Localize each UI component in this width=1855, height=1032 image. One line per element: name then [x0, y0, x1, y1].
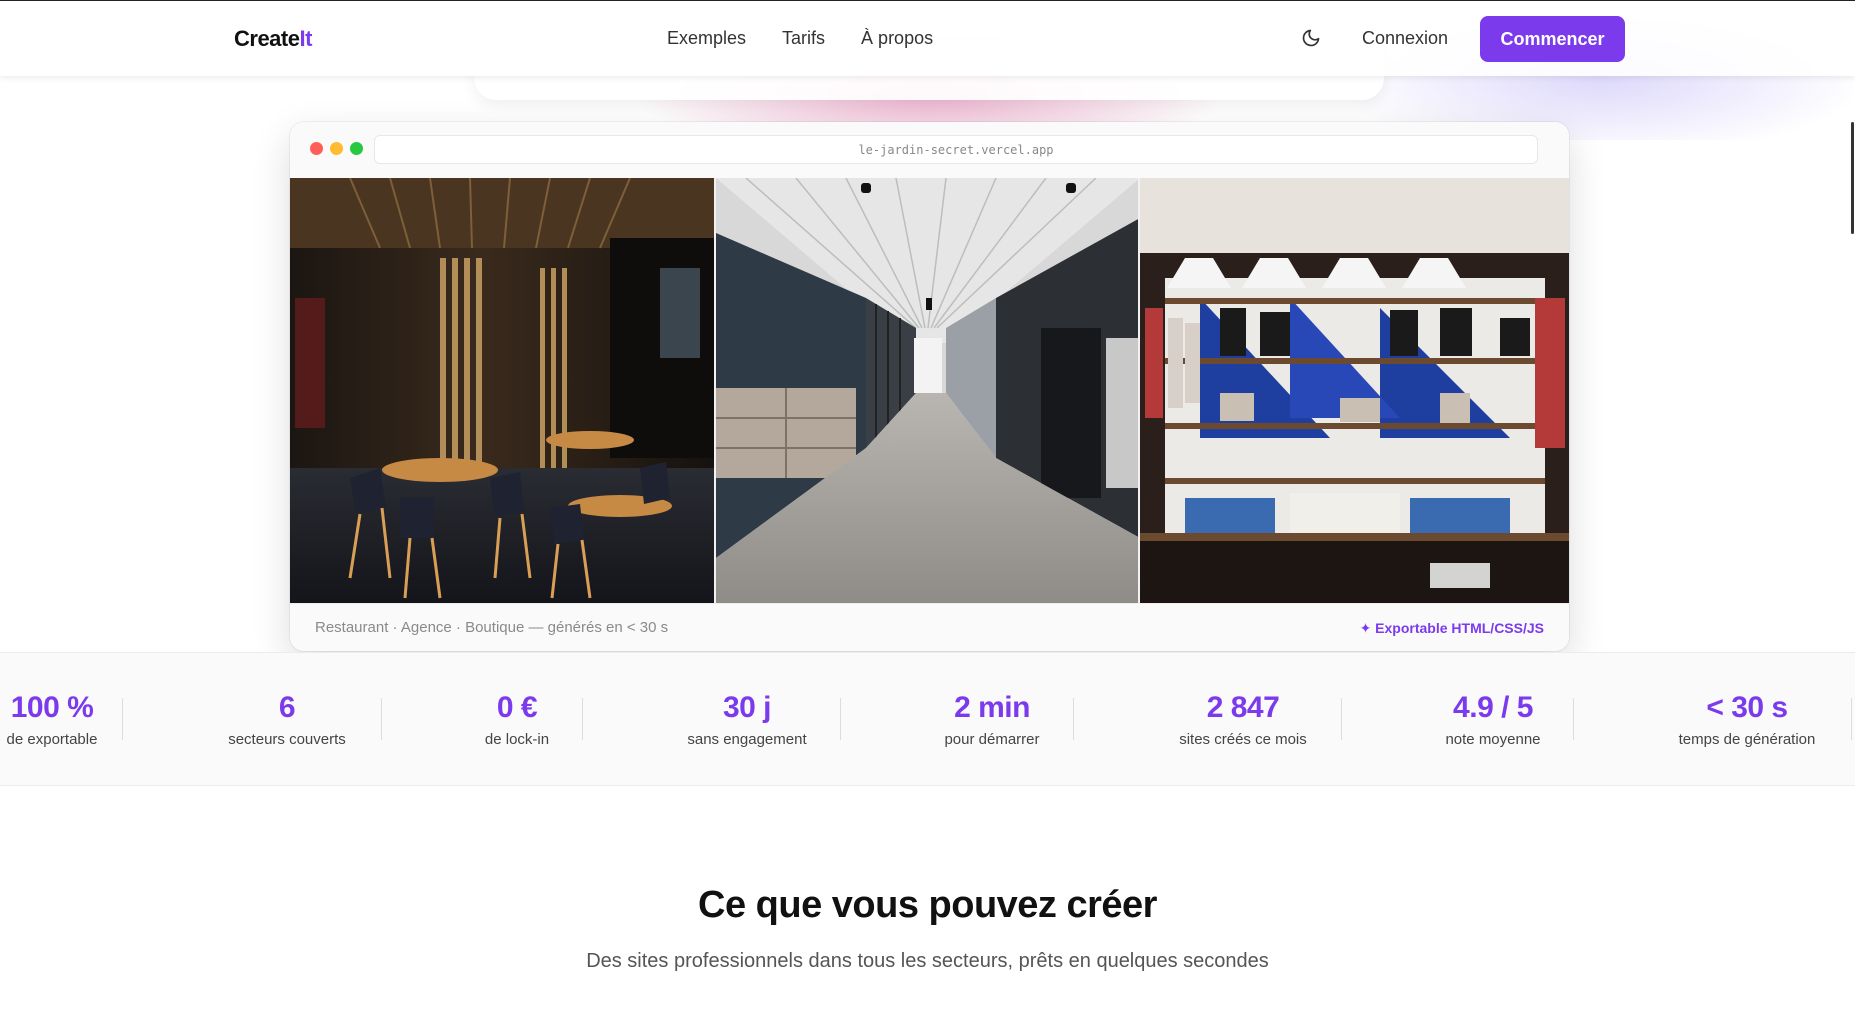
- stat-item: 2 847 sites créés ce mois: [1153, 691, 1333, 748]
- boutique-screenshot[interactable]: [1138, 178, 1569, 603]
- stat-value: 100 %: [10, 691, 94, 724]
- stat-value: 4.9 / 5: [1453, 691, 1533, 724]
- window-minimize-dot: [330, 142, 343, 155]
- stat-label: pour démarrer: [944, 731, 1040, 748]
- agence-screenshot[interactable]: [714, 178, 1138, 603]
- restaurant-image: [290, 178, 714, 603]
- stat-item: 30 j sans engagement: [667, 691, 827, 748]
- preview-caption: Restaurant · Agence · Boutique — générés…: [315, 619, 669, 636]
- nav-link-a-propos[interactable]: À propos: [861, 28, 933, 49]
- moon-icon: [1302, 29, 1320, 47]
- stats-bar: 100 % de exportable 6 secteurs couverts …: [0, 652, 1855, 786]
- stat-item: 6 secteurs couverts: [207, 691, 367, 748]
- main-nav: Exemples Tarifs À propos: [667, 28, 933, 49]
- browser-chrome: le-jardin-secret.vercel.app: [290, 122, 1569, 178]
- stat-divider: [582, 698, 583, 740]
- nav-link-exemples[interactable]: Exemples: [667, 28, 746, 49]
- stat-value: 6: [278, 691, 296, 724]
- browser-mockup: le-jardin-secret.vercel.app Restaurant ·…: [290, 122, 1569, 651]
- login-link[interactable]: Connexion: [1362, 28, 1448, 49]
- stat-value: 30 j: [722, 691, 772, 724]
- stat-divider: [381, 698, 382, 740]
- example-screenshots: [290, 178, 1569, 603]
- url-bar: le-jardin-secret.vercel.app: [374, 135, 1538, 164]
- stat-divider: [1573, 698, 1574, 740]
- stat-label: sans engagement: [687, 731, 807, 748]
- stat-divider: [1341, 698, 1342, 740]
- theme-toggle-button[interactable]: [1300, 27, 1322, 49]
- start-button[interactable]: Commencer: [1480, 16, 1625, 62]
- stat-item: 4.9 / 5 note moyenne: [1413, 691, 1573, 748]
- stat-value: < 30 s: [1706, 691, 1788, 724]
- stat-item: 0 € de lock-in: [437, 691, 597, 748]
- stat-divider: [122, 698, 123, 740]
- browser-footer: Restaurant · Agence · Boutique — générés…: [290, 603, 1569, 651]
- stat-label: de lock-in: [484, 731, 550, 748]
- top-navbar: CreateIt Exemples Tarifs À propos Connex…: [0, 0, 1855, 76]
- stat-label: note moyenne: [1445, 731, 1541, 748]
- scrollbar-thumb[interactable]: [1851, 122, 1854, 234]
- stat-value: 0 €: [496, 691, 538, 724]
- logo-accent: It: [299, 26, 312, 51]
- logo[interactable]: CreateIt: [234, 26, 312, 52]
- restaurant-screenshot[interactable]: [290, 178, 714, 603]
- stat-label: sites créés ce mois: [1179, 731, 1307, 748]
- stat-value: 2 847: [1206, 691, 1280, 724]
- page-scrollbar[interactable]: [1851, 0, 1855, 1032]
- stat-divider: [840, 698, 841, 740]
- stat-divider: [1073, 698, 1074, 740]
- section-subtitle: Des sites professionnels dans tous les s…: [586, 950, 1269, 972]
- stat-label: de exportable: [6, 731, 98, 748]
- nav-link-tarifs[interactable]: Tarifs: [782, 28, 825, 49]
- stat-item: 2 min pour démarrer: [912, 691, 1072, 748]
- window-close-dot: [310, 142, 323, 155]
- logo-main: Create: [234, 26, 300, 51]
- export-badge: ✦ Exportable HTML/CSS/JS: [1359, 620, 1544, 636]
- agence-image: [716, 178, 1138, 603]
- stat-item: 100 % de exportable: [0, 691, 126, 748]
- window-maximize-dot: [350, 142, 363, 155]
- stat-item: < 30 s temps de génération: [1659, 691, 1835, 748]
- section-title: Ce que vous pouvez créer: [698, 884, 1157, 926]
- stat-value: 2 min: [954, 691, 1030, 724]
- stat-label: secteurs couverts: [228, 731, 346, 748]
- stat-label: temps de génération: [1678, 731, 1816, 748]
- boutique-image: [1140, 178, 1569, 603]
